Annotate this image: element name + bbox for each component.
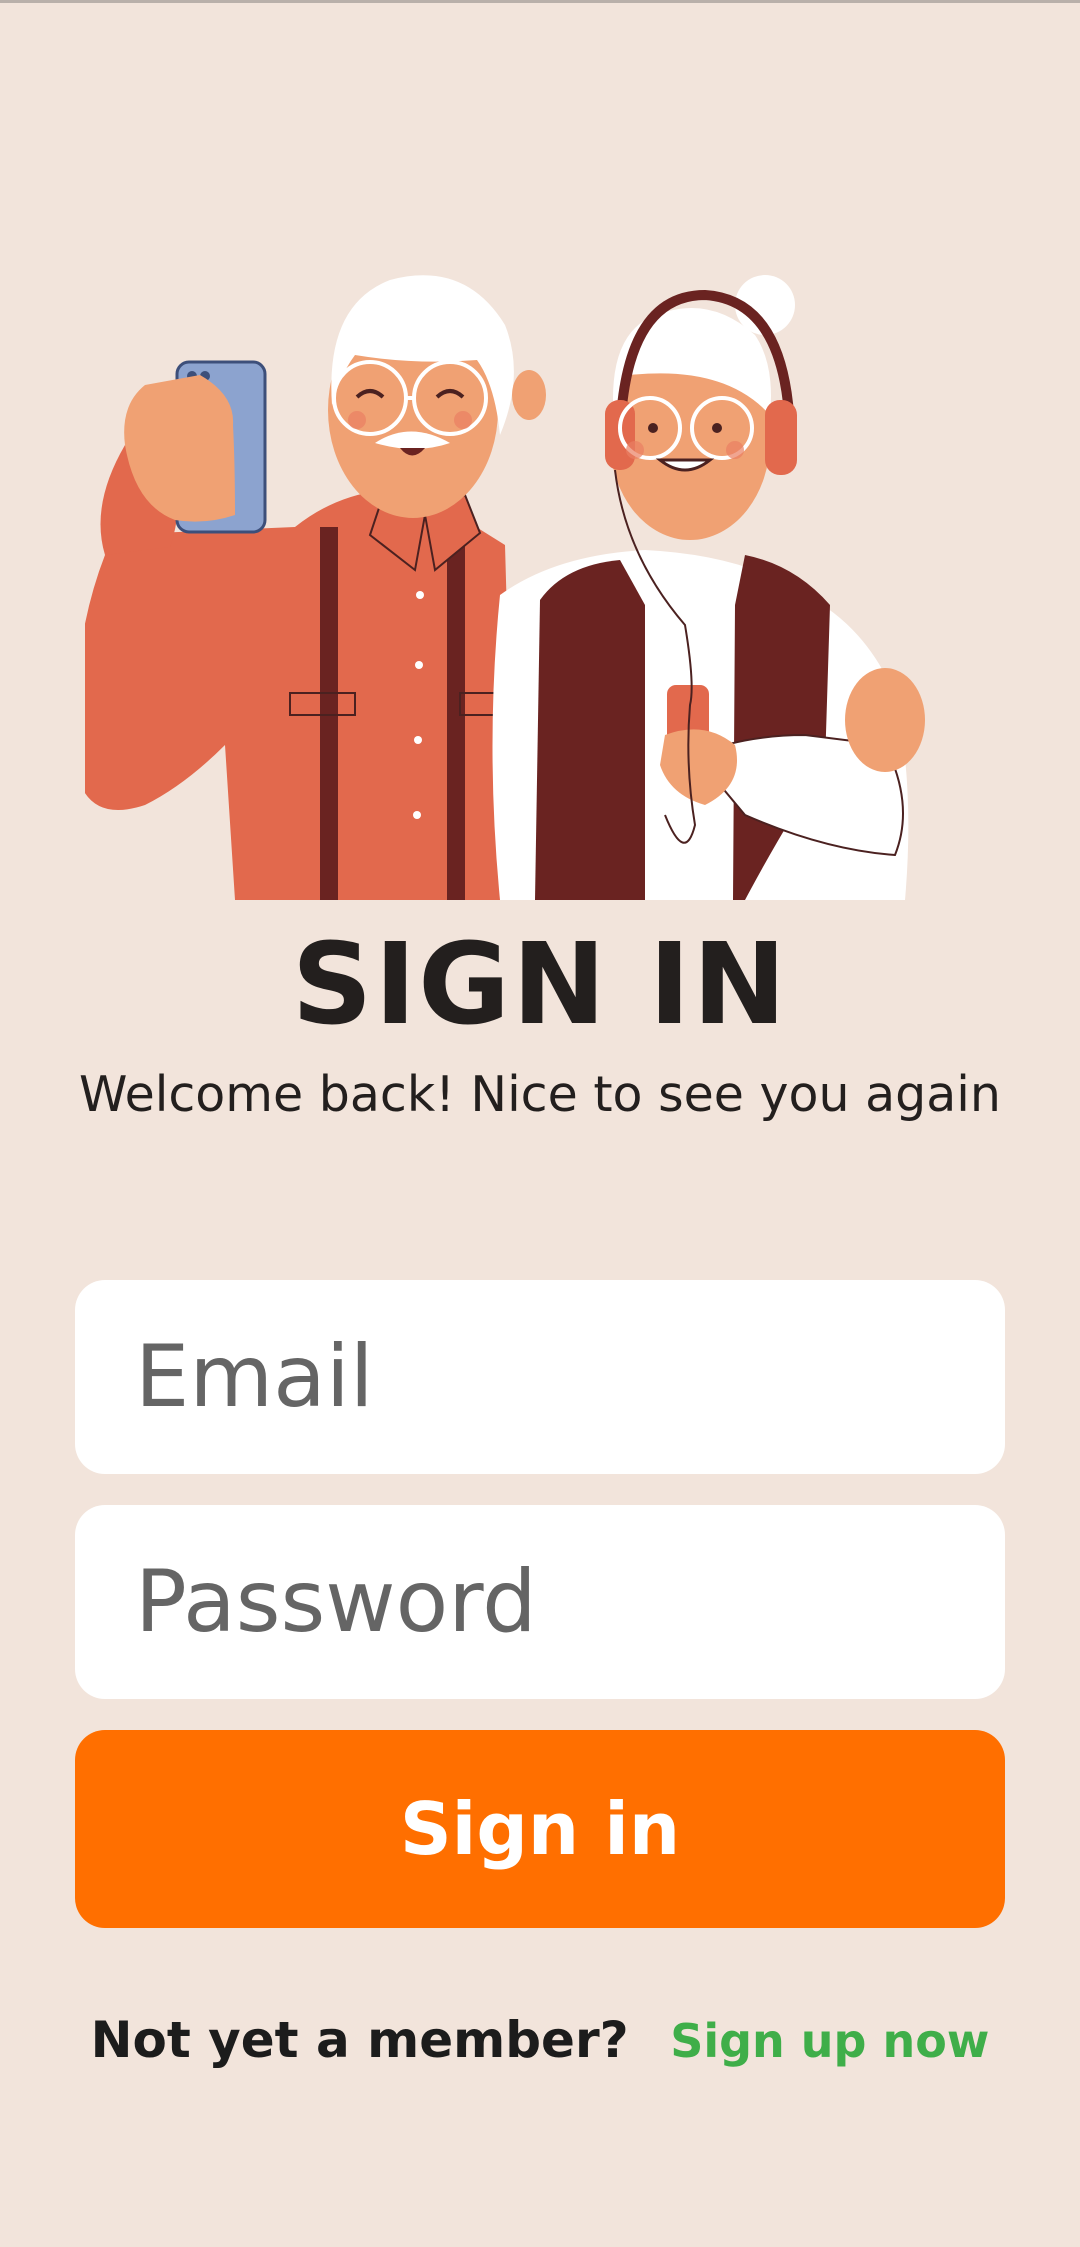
email-field[interactable] (75, 1280, 1005, 1474)
signup-prompt: Not yet a member? Sign up now (0, 2005, 1080, 2087)
status-divider (0, 0, 1080, 3)
password-field[interactable] (75, 1505, 1005, 1699)
sign-in-button[interactable]: Sign in (75, 1730, 1005, 1928)
email-field-container (75, 1280, 1005, 1474)
senior-couple-illustration (85, 265, 990, 900)
sign-up-link[interactable]: Sign up now (670, 2014, 989, 2068)
welcome-subtitle: Welcome back! Nice to see you again (79, 1066, 1001, 1123)
signup-prompt-text: Not yet a member? (90, 2011, 629, 2069)
password-field-container (75, 1505, 1005, 1699)
page-title: SIGN IN (291, 920, 789, 1050)
